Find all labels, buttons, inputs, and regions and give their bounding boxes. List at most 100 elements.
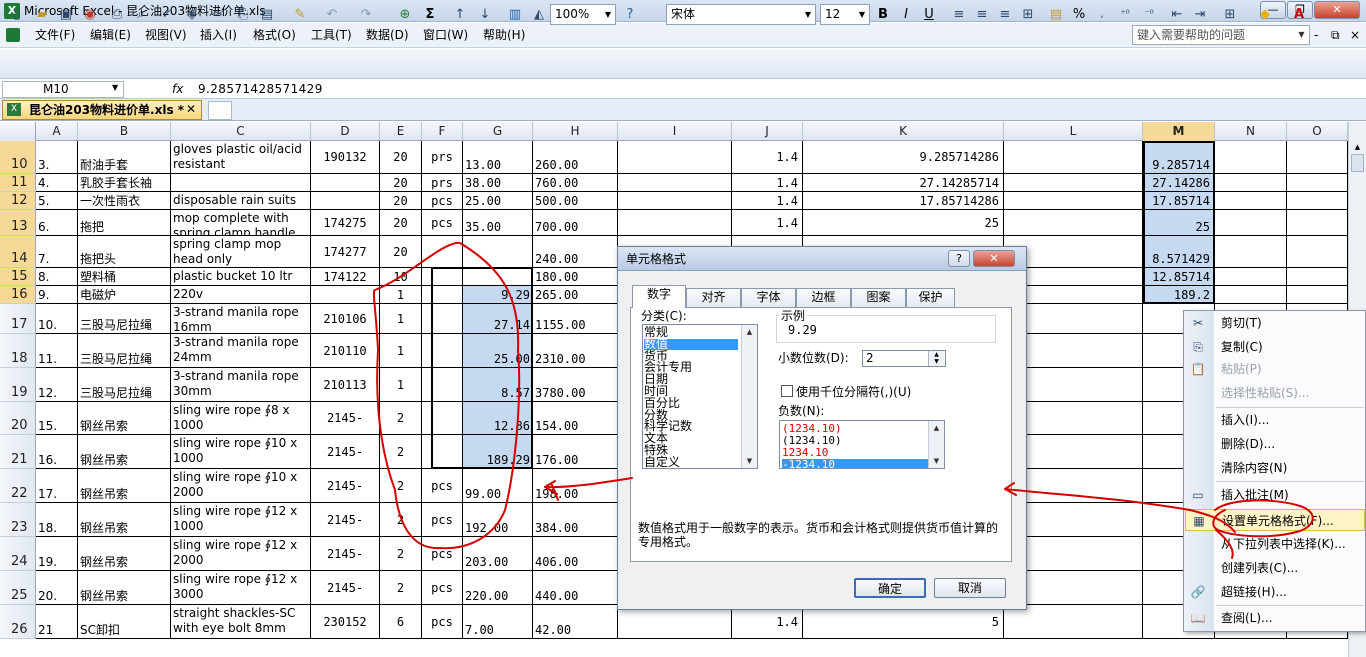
cell-c13[interactable]: mop complete with spring clamp handle [171, 210, 311, 236]
cell-g15[interactable] [463, 268, 533, 286]
cell-g19[interactable]: 8.57 [463, 368, 533, 402]
cell-a21[interactable]: 16. [36, 435, 78, 469]
cell-c24[interactable]: sling wire rope ∮12 x 2000 [171, 537, 311, 571]
cell-e14[interactable]: 20 [380, 236, 422, 268]
cell-c17[interactable]: 3-strand manila rope 16mm [171, 304, 311, 334]
cell-b25[interactable]: 钢丝吊索 [78, 571, 171, 605]
negative-list-scrollbar[interactable]: ▲ ▼ [928, 421, 944, 468]
cell-c21[interactable]: sling wire rope ∮10 x 1000 [171, 435, 311, 469]
cell-n11[interactable] [1215, 174, 1287, 192]
cell-j11[interactable]: 1.4 [732, 174, 803, 192]
column-header-i[interactable]: I [618, 122, 732, 141]
cell-g10[interactable]: 13.00 [463, 141, 533, 174]
category-list[interactable]: 常规 数值 货币 会计专用 日期 时间 百分比 分数 科学记数 文本 特殊 自定义 ▲ ▼ [642, 324, 758, 469]
cell-h24[interactable]: 406.00 [533, 537, 618, 571]
cell-a11[interactable]: 4. [36, 174, 78, 192]
cell-d19[interactable]: 210113 [311, 368, 380, 402]
cell-j10[interactable]: 1.4 [732, 141, 803, 174]
row-header-18[interactable]: 18 [0, 334, 36, 368]
context-item-3[interactable]: 选择性粘贴(S)... [1185, 382, 1365, 404]
tab-protection[interactable]: 保护 [906, 288, 955, 307]
cell-h14[interactable]: 240.00 [533, 236, 618, 268]
decrease-decimal-icon[interactable]: ⁻⁰ [1140, 6, 1158, 24]
cell-m12[interactable]: 17.85714 [1143, 192, 1215, 210]
cell-f24[interactable]: pcs [422, 537, 463, 571]
column-header-m[interactable]: M [1143, 122, 1215, 141]
cell-i10[interactable] [618, 141, 732, 174]
cell-l12[interactable] [1004, 192, 1143, 210]
menu-data[interactable]: 数据(D) [366, 27, 409, 43]
cell-d10[interactable]: 190132 [311, 141, 380, 174]
negative-scroll-down-icon[interactable]: ▼ [929, 454, 944, 468]
cell-e21[interactable]: 2 [380, 435, 422, 469]
fill-color-icon[interactable]: ◆ [1256, 6, 1274, 24]
chart-wizard-icon[interactable]: ▥ [506, 6, 524, 24]
zoom-dropdown-arrow-icon[interactable]: ▼ [601, 6, 615, 23]
autosum-icon[interactable]: Σ [421, 6, 439, 24]
cell-k26[interactable]: 5 [803, 605, 1004, 639]
cell-f12[interactable]: pcs [422, 192, 463, 210]
cell-b21[interactable]: 钢丝吊索 [78, 435, 171, 469]
cell-b19[interactable]: 三股马尼拉绳 [78, 368, 171, 402]
column-header-g[interactable]: G [463, 122, 533, 141]
doc-close-button[interactable]: × [1350, 27, 1360, 43]
increase-decimal-icon[interactable]: ⁺⁰ [1116, 6, 1134, 24]
cell-d22[interactable]: 2145- [311, 469, 380, 503]
cell-a24[interactable]: 19. [36, 537, 78, 571]
workbook-tab[interactable]: 昆仑油203物料进价单.xls * [2, 100, 202, 120]
cell-g13[interactable]: 35.00 [463, 210, 533, 236]
row-header-24[interactable]: 24 [0, 537, 36, 571]
permission-icon[interactable]: ◉ [81, 6, 99, 24]
cell-h20[interactable]: 154.00 [533, 402, 618, 435]
cell-e17[interactable]: 1 [380, 304, 422, 334]
cell-g24[interactable]: 203.00 [463, 537, 533, 571]
decrease-indent-icon[interactable]: ⇤ [1168, 6, 1186, 24]
comma-style-icon[interactable]: , [1093, 6, 1111, 24]
cell-e10[interactable]: 20 [380, 141, 422, 174]
cell-l13[interactable] [1004, 210, 1143, 236]
font-name-select[interactable]: 宋体 [666, 4, 816, 25]
cell-e13[interactable]: 20 [380, 210, 422, 236]
align-left-icon[interactable]: ≡ [950, 6, 968, 24]
decimal-spin-arrows-icon[interactable]: ▲ ▼ [928, 351, 944, 366]
cell-f18[interactable] [422, 334, 463, 368]
cell-b12[interactable]: 一次性雨衣 [78, 192, 171, 210]
context-item-2[interactable]: 粘贴(P) 📋 [1185, 358, 1365, 380]
cell-b16[interactable]: 电磁炉 [78, 286, 171, 304]
cell-h26[interactable]: 42.00 [533, 605, 618, 639]
cell-o13[interactable] [1287, 210, 1348, 236]
cell-m10[interactable]: 9.285714 [1143, 141, 1215, 174]
close-tab-icon[interactable]: ✕ [186, 101, 196, 117]
thousands-separator-checkbox[interactable] [781, 385, 793, 397]
cell-h16[interactable]: 265.00 [533, 286, 618, 304]
cell-f17[interactable] [422, 304, 463, 334]
cell-e24[interactable]: 2 [380, 537, 422, 571]
cell-d14[interactable]: 174277 [311, 236, 380, 268]
cell-h11[interactable]: 760.00 [533, 174, 618, 192]
cell-j12[interactable]: 1.4 [732, 192, 803, 210]
formula-input[interactable]: 9.28571428571429 [198, 81, 323, 97]
cell-c11[interactable] [171, 174, 311, 192]
context-item-10[interactable]: 创建列表(C)... [1185, 557, 1365, 579]
context-item-8[interactable]: 设置单元格格式(F)... ▦ [1185, 509, 1365, 531]
open-folder-icon[interactable]: ▰ [33, 6, 51, 24]
category-scroll-up-icon[interactable]: ▲ [742, 325, 757, 339]
select-all-corner[interactable] [0, 122, 36, 141]
tab-font[interactable]: 字体 [741, 288, 796, 307]
cell-f23[interactable]: pcs [422, 503, 463, 537]
cell-c12[interactable]: disposable rain suits [171, 192, 311, 210]
increase-indent-icon[interactable]: ⇥ [1191, 6, 1209, 24]
cell-h22[interactable]: 198.00 [533, 469, 618, 503]
cell-d17[interactable]: 210106 [311, 304, 380, 334]
category-scroll-down-icon[interactable]: ▼ [742, 454, 757, 468]
scroll-up-icon[interactable]: ▲ [1350, 141, 1365, 153]
column-header-b[interactable]: B [78, 122, 171, 141]
context-item-1[interactable]: 复制(C) ⎘ [1185, 336, 1365, 358]
cell-i11[interactable] [618, 174, 732, 192]
cell-f15[interactable] [422, 268, 463, 286]
cell-b13[interactable]: 拖把 [78, 210, 171, 236]
context-item-0[interactable]: 剪切(T) ✂ [1185, 312, 1365, 334]
cell-f16[interactable] [422, 286, 463, 304]
cell-g12[interactable]: 25.00 [463, 192, 533, 210]
font-name-dropdown-arrow-icon[interactable]: ▼ [801, 6, 815, 23]
